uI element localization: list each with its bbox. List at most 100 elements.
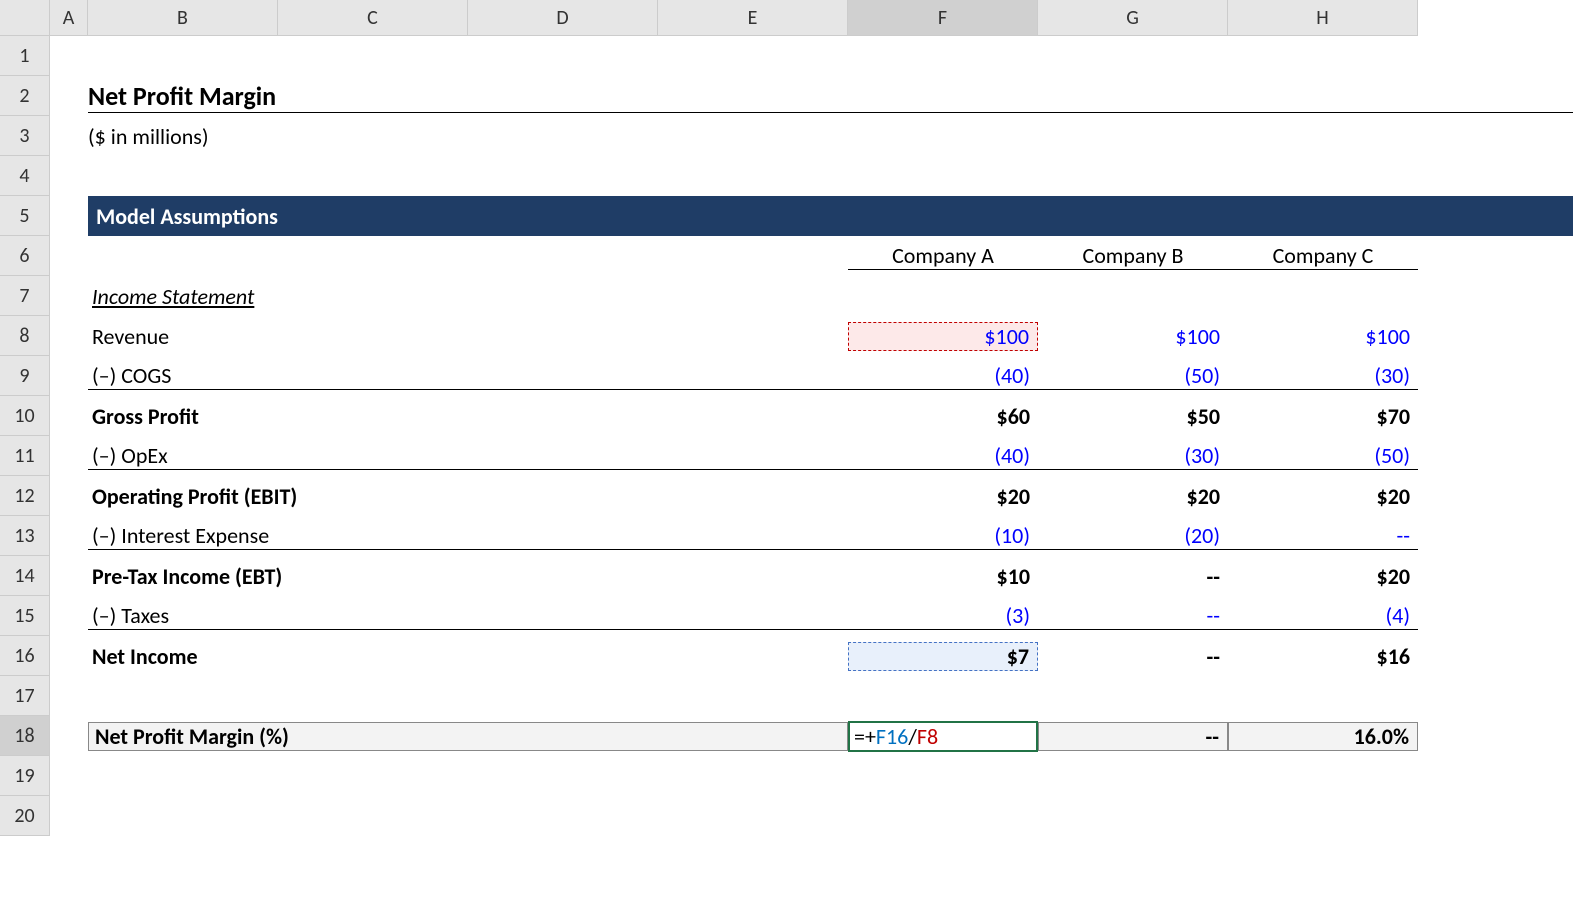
cell-H18[interactable]: 16.0% [1228,722,1418,751]
row-header-9[interactable]: 9 [0,356,49,396]
select-all-corner[interactable] [0,0,50,36]
cell-F15[interactable]: (3) [848,602,1038,630]
label-ebit: Operating Profit (EBIT) [88,483,848,510]
cell-F14[interactable]: $10 [848,563,1038,590]
row-5[interactable]: Model Assumptions [50,196,1573,236]
row-11[interactable]: (–) OpEx (40) (30) (50) [50,436,1573,476]
col-header-G[interactable]: G [1038,0,1228,35]
row-header-4[interactable]: 4 [0,156,49,196]
cell-G13[interactable]: (20) [1038,522,1228,550]
row-header-13[interactable]: 13 [0,516,49,556]
row-header-5[interactable]: 5 [0,196,49,236]
label-ebt: Pre-Tax Income (EBT) [88,563,848,590]
row-10[interactable]: Gross Profit $60 $50 $70 [50,396,1573,436]
row-header-18[interactable]: 18 [0,716,49,756]
company-b-header: Company B [1038,242,1228,270]
cell-G18[interactable]: -- [1038,722,1228,751]
cell-G11[interactable]: (30) [1038,442,1228,470]
row-18[interactable]: Net Profit Margin (%) =+F16/F8 -- 16.0% [50,716,1573,756]
col-header-B[interactable]: B [88,0,278,35]
cell-F9[interactable]: (40) [848,362,1038,390]
cell-G12[interactable]: $20 [1038,483,1228,510]
row-3[interactable]: ($ in millions) [50,116,1573,156]
row-19[interactable] [50,756,1573,796]
income-statement-header: Income Statement [88,283,848,310]
cell-G9[interactable]: (50) [1038,362,1228,390]
cell-G16[interactable]: -- [1038,643,1228,670]
col-header-F[interactable]: F [848,0,1038,35]
row-12[interactable]: Operating Profit (EBIT) $20 $20 $20 [50,476,1573,516]
row-header-19[interactable]: 19 [0,756,49,796]
formula-sep: / [908,723,917,750]
label-npm: Net Profit Margin (%) [88,722,848,751]
formula-ref1: F16 [876,723,908,750]
row-header-1[interactable]: 1 [0,36,49,76]
row-13[interactable]: (–) Interest Expense (10) (20) -- [50,516,1573,556]
row-header-12[interactable]: 12 [0,476,49,516]
cell-F18-editing[interactable]: =+F16/F8 [848,721,1038,752]
cell-H8[interactable]: $100 [1228,323,1418,350]
cell-F11[interactable]: (40) [848,442,1038,470]
row-2[interactable]: Net Profit Margin [50,76,1573,116]
row-header-14[interactable]: 14 [0,556,49,596]
cell-H14[interactable]: $20 [1228,563,1418,590]
page-title: Net Profit Margin [88,80,1573,113]
cell-G15[interactable]: -- [1038,602,1228,630]
cell-H10[interactable]: $70 [1228,403,1418,430]
col-header-A[interactable]: A [50,0,88,35]
row-header-7[interactable]: 7 [0,276,49,316]
row-15[interactable]: (–) Taxes (3) -- (4) [50,596,1573,636]
row-header-15[interactable]: 15 [0,596,49,636]
col-header-H[interactable]: H [1228,0,1418,35]
row-header-8[interactable]: 8 [0,316,49,356]
row-7[interactable]: Income Statement [50,276,1573,316]
formula-ref2: F8 [917,723,938,750]
row-8[interactable]: Revenue $100 $100 $100 [50,316,1573,356]
cell-H12[interactable]: $20 [1228,483,1418,510]
label-net: Net Income [88,643,848,670]
cell-G14[interactable]: -- [1038,563,1228,590]
row-header-10[interactable]: 10 [0,396,49,436]
row-header-3[interactable]: 3 [0,116,49,156]
label-revenue: Revenue [88,323,848,350]
row-header-17[interactable]: 17 [0,676,49,716]
cell-F13[interactable]: (10) [848,522,1038,550]
cell-F10[interactable]: $60 [848,403,1038,430]
row-header-2[interactable]: 2 [0,76,49,116]
row-14[interactable]: Pre-Tax Income (EBT) $10 -- $20 [50,556,1573,596]
company-a-header: Company A [848,242,1038,270]
cell-H9[interactable]: (30) [1228,362,1418,390]
cell-G8[interactable]: $100 [1038,323,1228,350]
label-opex: (–) OpEx [88,442,848,470]
row-16[interactable]: Net Income $7 -- $16 [50,636,1573,676]
row-6[interactable]: Company A Company B Company C [50,236,1573,276]
row-20[interactable] [50,796,1573,836]
row-header-11[interactable]: 11 [0,436,49,476]
cell-F16[interactable]: $7 [848,642,1038,671]
row-header-16[interactable]: 16 [0,636,49,676]
spreadsheet: A B C D E F G H 1 2 3 4 5 6 7 8 9 10 11 … [0,0,1573,903]
column-headers: A B C D E F G H [50,0,1418,36]
cell-G10[interactable]: $50 [1038,403,1228,430]
col-header-C[interactable]: C [278,0,468,35]
row-header-6[interactable]: 6 [0,236,49,276]
row-9[interactable]: (–) COGS (40) (50) (30) [50,356,1573,396]
cell-H11[interactable]: (50) [1228,442,1418,470]
cell-F12[interactable]: $20 [848,483,1038,510]
row-header-20[interactable]: 20 [0,796,49,836]
label-gross: Gross Profit [88,403,848,430]
row-17[interactable] [50,676,1573,716]
label-interest: (–) Interest Expense [88,522,848,550]
label-cogs: (–) COGS [88,362,848,390]
cell-F8[interactable]: $100 [848,322,1038,351]
row-headers: 1 2 3 4 5 6 7 8 9 10 11 12 13 14 15 16 1… [0,36,50,836]
col-header-D[interactable]: D [468,0,658,35]
cell-H13[interactable]: -- [1228,522,1418,550]
row-4[interactable] [50,156,1573,196]
section-header: Model Assumptions [88,196,1573,236]
row-1[interactable] [50,36,1573,76]
col-header-E[interactable]: E [658,0,848,35]
cell-H15[interactable]: (4) [1228,602,1418,630]
grid-area[interactable]: Net Profit Margin ($ in millions) Model … [50,36,1573,836]
cell-H16[interactable]: $16 [1228,643,1418,670]
